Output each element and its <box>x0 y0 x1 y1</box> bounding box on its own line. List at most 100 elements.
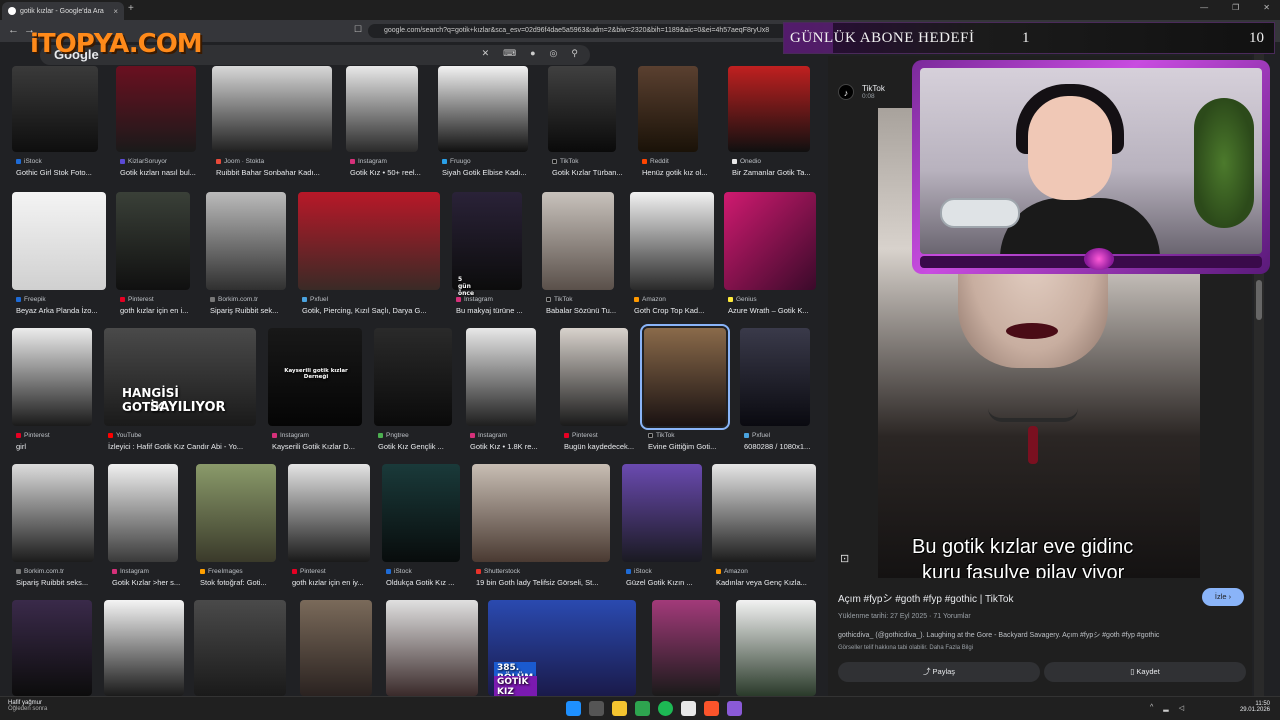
result-title[interactable]: Gothic Girl Stok Foto... <box>16 168 106 177</box>
save-button[interactable]: ▯ Kaydet <box>1044 662 1246 682</box>
result-title[interactable]: Gotik kızları nasıl bul... <box>120 168 208 177</box>
result-title[interactable]: İzleyici : Hafif Gotik Kız Candır Abi - … <box>108 442 260 451</box>
result-thumbnail[interactable] <box>194 600 286 696</box>
result-thumbnail[interactable] <box>288 464 370 562</box>
keyboard-icon[interactable]: ⌨ <box>503 48 516 59</box>
result-title[interactable]: Bugün kaydedecek... <box>564 442 640 451</box>
result-thumbnail[interactable] <box>12 66 98 152</box>
result-title[interactable]: goth kızlar için en iy... <box>292 578 374 587</box>
scrollbar-thumb[interactable] <box>1256 280 1262 320</box>
lens-search-icon[interactable]: ⊡ <box>840 552 854 566</box>
result-title[interactable]: Azure Wrath – Gotik K... <box>728 306 820 315</box>
result-thumbnail[interactable] <box>374 328 452 426</box>
result-thumbnail[interactable] <box>386 600 478 696</box>
preview-title[interactable]: Açım #fypシ #goth #fyp #gothic | TikTok <box>838 590 1013 605</box>
result-thumbnail[interactable] <box>12 192 106 290</box>
result-thumbnail[interactable] <box>104 600 184 696</box>
result-title[interactable]: 19 bin Goth lady Telifsiz Görseli, St... <box>476 578 614 587</box>
bookmark-icon[interactable]: ☐ <box>354 24 362 35</box>
result-thumbnail[interactable] <box>630 192 714 290</box>
result-thumbnail[interactable] <box>548 66 616 152</box>
result-thumbnail[interactable] <box>542 192 614 290</box>
preview-source[interactable]: ♪ TikTok 0:08 <box>838 84 885 100</box>
result-thumbnail[interactable] <box>382 464 460 562</box>
result-title[interactable]: Oldukça Gotik Kız ... <box>386 578 466 587</box>
result-title[interactable]: Gotik Kızlar >her s... <box>112 578 192 587</box>
back-icon[interactable]: ← <box>8 24 19 36</box>
brave-icon[interactable] <box>704 701 719 716</box>
start-icon[interactable] <box>566 701 581 716</box>
result-title[interactable]: Kayserili Gotik Kızlar D... <box>272 442 366 451</box>
result-title[interactable]: Sipariş Ruibbit sek... <box>210 306 290 315</box>
result-title[interactable]: Evine Gittiğim Goti... <box>648 442 728 451</box>
result-thumbnail[interactable] <box>206 192 286 290</box>
spotify-icon[interactable] <box>658 701 673 716</box>
result-title[interactable]: Güzel Gotik Kızın ... <box>626 578 706 587</box>
result-title[interactable]: Gotik Kızlar Türban... <box>552 168 630 177</box>
lens-icon[interactable]: ◎ <box>550 48 558 59</box>
result-title[interactable]: Kadınlar veya Genç Kızla... <box>716 578 820 587</box>
url-field[interactable]: google.com/search?q=gotik+kızlar&sca_esv… <box>368 24 788 38</box>
result-title[interactable]: girl <box>16 442 96 451</box>
result-title[interactable]: Gotik, Piercing, Kızıl Saçlı, Darya G... <box>302 306 444 315</box>
result-title[interactable]: Beyaz Arka Planda İzo... <box>16 306 110 315</box>
result-thumbnail[interactable] <box>298 192 440 290</box>
minimize-icon[interactable]: — <box>1200 3 1208 12</box>
network-icon[interactable]: ▂ <box>1163 704 1168 712</box>
close-icon[interactable]: ✕ <box>482 48 490 59</box>
search-icon[interactable]: ⚲ <box>571 48 578 59</box>
result-thumbnail[interactable] <box>12 464 94 562</box>
close-window-icon[interactable]: ✕ <box>1263 3 1270 12</box>
result-thumbnail[interactable] <box>108 464 178 562</box>
result-title[interactable]: Siyah Gotik Elbise Kadı... <box>442 168 532 177</box>
mic-icon[interactable]: ● <box>530 48 535 59</box>
result-title[interactable]: Bu makyaj türüne ... <box>456 306 536 315</box>
result-title[interactable]: Babalar Sözünü Tu... <box>546 306 626 315</box>
result-title[interactable]: Gotik Kız • 50+ reel... <box>350 168 430 177</box>
tab-close-icon[interactable]: × <box>113 7 118 16</box>
task-view-icon[interactable] <box>589 701 604 716</box>
result-thumbnail[interactable] <box>640 324 730 430</box>
watch-button[interactable]: İzle › <box>1202 588 1244 606</box>
result-title[interactable]: Goth Crop Top Kad... <box>634 306 718 315</box>
result-thumbnail[interactable] <box>116 66 196 152</box>
result-thumbnail[interactable] <box>712 464 816 562</box>
result-thumbnail[interactable] <box>116 192 190 290</box>
result-thumbnail[interactable] <box>638 66 698 152</box>
result-title[interactable]: Gotik Kız Gençlik ... <box>378 442 458 451</box>
result-title[interactable]: Ruibbit Bahar Sonbahar Kadı... <box>216 168 334 177</box>
share-button[interactable]: ⤴ Paylaş <box>838 662 1040 682</box>
result-thumbnail[interactable] <box>196 464 276 562</box>
app-icon[interactable] <box>727 701 742 716</box>
result-title[interactable]: Sipariş Ruibbit seks... <box>16 578 100 587</box>
result-title[interactable]: 6080288 / 1080x1... <box>744 442 818 451</box>
volume-icon[interactable]: ◁ <box>1179 704 1184 712</box>
result-thumbnail[interactable] <box>560 328 628 426</box>
app-icon[interactable] <box>681 701 696 716</box>
result-thumbnail[interactable] <box>346 66 418 152</box>
result-title[interactable]: Bir Zamanlar Gotik Ta... <box>732 168 818 177</box>
result-thumbnail[interactable] <box>622 464 702 562</box>
chevron-up-icon[interactable]: ^ <box>1150 704 1153 712</box>
new-tab-button[interactable]: + <box>128 3 134 14</box>
result-thumbnail[interactable] <box>736 600 816 696</box>
copyright-notice[interactable]: Görseller telif hakkına tabi olabilir. D… <box>838 645 973 651</box>
result-title[interactable]: Gotik Kız • 1.8K re... <box>470 442 550 451</box>
browser-tab[interactable]: gotik kızlar - Google'da Ara × <box>2 2 124 20</box>
result-thumbnail[interactable] <box>740 328 810 426</box>
result-thumbnail[interactable] <box>438 66 528 152</box>
weather-widget[interactable]: Hafif yağmur Öğleden sonra <box>8 700 47 712</box>
maximize-icon[interactable]: ❐ <box>1232 3 1239 12</box>
result-thumbnail[interactable] <box>728 66 810 152</box>
result-thumbnail[interactable] <box>724 192 816 290</box>
result-thumbnail[interactable] <box>12 328 92 426</box>
clock[interactable]: 11:50 29.01.2026 <box>1240 701 1270 713</box>
result-thumbnail[interactable] <box>472 464 610 562</box>
result-thumbnail[interactable] <box>652 600 720 696</box>
file-explorer-icon[interactable] <box>612 701 627 716</box>
result-title[interactable]: Henüz gotik kız ol... <box>642 168 716 177</box>
result-title[interactable]: Stok fotoğraf: Goti... <box>200 578 280 587</box>
result-title[interactable]: goth kızlar için en i... <box>120 306 200 315</box>
result-thumbnail[interactable] <box>12 600 92 696</box>
result-thumbnail[interactable] <box>466 328 536 426</box>
